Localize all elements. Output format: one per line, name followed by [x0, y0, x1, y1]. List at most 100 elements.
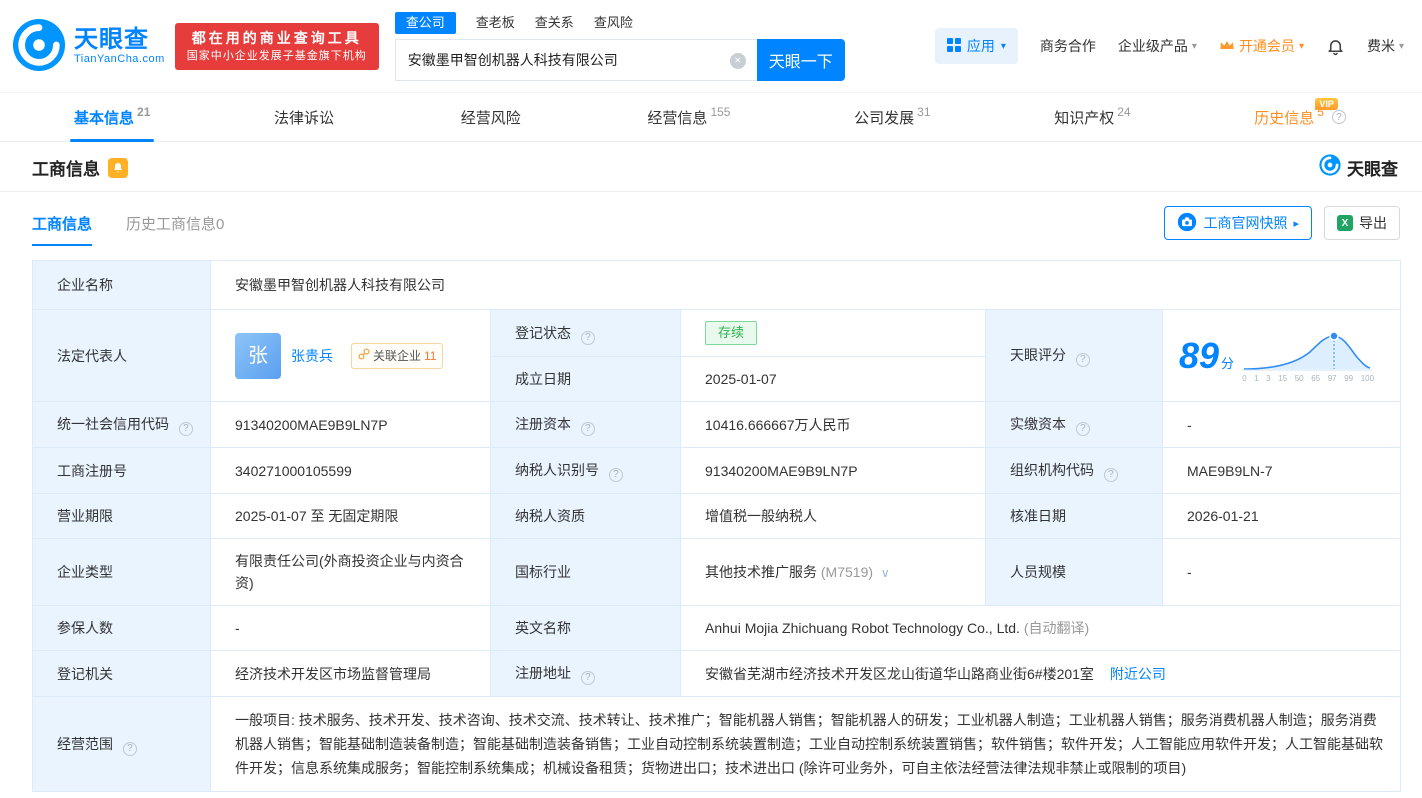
- help-icon[interactable]: [581, 422, 595, 436]
- export-button[interactable]: 导出: [1324, 206, 1400, 240]
- help-icon[interactable]: [179, 422, 193, 436]
- enterprise-products-menu[interactable]: 企业级产品: [1118, 36, 1197, 56]
- value-text: 安徽墨甲智创机器人科技有限公司: [235, 277, 445, 293]
- help-icon[interactable]: [1332, 110, 1346, 124]
- subtab-history-business-info[interactable]: 历史工商信息0: [126, 213, 224, 246]
- tab-intellectual-property[interactable]: 知识产权 24: [1050, 93, 1134, 141]
- legal-rep-avatar[interactable]: 张: [235, 333, 281, 379]
- label-text: 注册资本: [515, 416, 571, 432]
- score-curve: [1242, 329, 1372, 373]
- vip-badge: VIP: [1315, 98, 1338, 110]
- apps-label: 应用: [967, 36, 995, 56]
- search-button[interactable]: 天眼一下: [757, 39, 845, 81]
- legal-rep-cell: 张 张贵兵 关联企业 11: [211, 310, 491, 402]
- official-snapshot-button[interactable]: 工商官网快照: [1164, 206, 1312, 240]
- slogan-line2: 国家中小企业发展子基金旗下机构: [187, 49, 367, 64]
- chevron-down-icon[interactable]: [881, 566, 890, 580]
- value-text: 其他技术推广服务: [705, 564, 817, 580]
- help-icon[interactable]: [1076, 422, 1090, 436]
- label-text: 纳税人识别号: [515, 462, 599, 478]
- tab-basic-info[interactable]: 基本信息 21: [70, 93, 154, 141]
- reg-authority-value: 经济技术开发区市场监督管理局: [211, 651, 491, 697]
- top-header: 天眼查 TianYanCha.com 都在用的商业查询工具 国家中小企业发展子基…: [0, 0, 1422, 92]
- help-icon[interactable]: [581, 671, 595, 685]
- search-tab-company[interactable]: 查公司: [395, 12, 456, 34]
- export-button-label: 导出: [1359, 213, 1387, 233]
- axis-tick: 97: [1328, 374, 1337, 383]
- business-term-value: 2025-01-07 至 无固定期限: [211, 494, 491, 539]
- label-text: 营业期限: [57, 508, 113, 524]
- field-label-english-name: 英文名称: [491, 606, 681, 651]
- field-label-business-term: 营业期限: [33, 494, 211, 539]
- axis-tick: 99: [1344, 374, 1353, 383]
- link-icon: [358, 345, 370, 367]
- label-text: 核准日期: [1010, 508, 1066, 524]
- english-name-value: Anhui Mojia Zhichuang Robot Technology C…: [681, 606, 1401, 651]
- business-cooperation-link[interactable]: 商务合作: [1040, 36, 1096, 56]
- field-label-reg-authority: 登记机关: [33, 651, 211, 697]
- logo-title: 天眼查: [74, 27, 165, 53]
- help-icon[interactable]: [1104, 468, 1118, 482]
- open-vip-menu[interactable]: 开通会员: [1219, 36, 1304, 56]
- status-badge: 存续: [705, 321, 757, 345]
- notifications-bell-icon[interactable]: [1326, 37, 1345, 56]
- field-label-legal-rep: 法定代表人: [33, 310, 211, 402]
- nearby-companies-link[interactable]: 附近公司: [1110, 666, 1166, 682]
- tianyancha-logo[interactable]: 天眼查 TianYanCha.com: [12, 18, 165, 75]
- search-tabs: 查公司 查老板 查关系 查风险: [395, 12, 845, 34]
- value-text: 2025-01-07 至 无固定期限: [235, 508, 398, 524]
- excel-icon: [1337, 215, 1353, 231]
- top-menu: 应用 商务合作 企业级产品 开通会员 费米: [935, 28, 1404, 64]
- label-text: 企业名称: [57, 277, 113, 293]
- approval-date-value: 2026-01-21: [1163, 494, 1401, 539]
- subscribe-bell-icon[interactable]: [108, 158, 128, 178]
- help-icon[interactable]: [581, 331, 595, 345]
- table-row-insured-count: 参保人数 - 英文名称 Anhui Mojia Zhichuang Robot …: [33, 606, 1401, 651]
- help-icon[interactable]: [123, 742, 137, 756]
- help-icon[interactable]: [1076, 353, 1090, 367]
- tab-operation-info[interactable]: 经营信息 155: [643, 93, 734, 141]
- section-title: 工商信息: [32, 155, 100, 180]
- paid-capital-value: -: [1163, 402, 1401, 448]
- score-unit: 分: [1221, 353, 1234, 375]
- tab-operation-risk[interactable]: 经营风险: [457, 93, 528, 141]
- value-text: 91340200MAE9B9LN7P: [705, 463, 858, 479]
- label-text: 国标行业: [515, 564, 571, 580]
- tab-history-info[interactable]: 历史信息 5 VIP: [1250, 93, 1352, 141]
- search-input[interactable]: [396, 40, 757, 80]
- arrow-right-icon: [1293, 217, 1299, 230]
- search-tab-relation[interactable]: 查关系: [535, 13, 574, 33]
- establish-date-value: 2025-01-07: [681, 357, 986, 402]
- label-text: 登记机关: [57, 666, 113, 682]
- field-label-credit-code: 统一社会信用代码: [33, 402, 211, 448]
- clear-icon[interactable]: [730, 53, 746, 69]
- value-text: 有限责任公司(外商投资企业与内资合资): [235, 553, 464, 591]
- search-box: [395, 39, 757, 81]
- search-row: 天眼一下: [395, 39, 845, 81]
- search-tab-boss[interactable]: 查老板: [476, 13, 515, 33]
- tab-label: 历史信息: [1254, 107, 1314, 128]
- related-companies-tag[interactable]: 关联企业 11: [351, 343, 443, 369]
- tianyancha-company-page: 天眼查 TianYanCha.com 都在用的商业查询工具 国家中小企业发展子基…: [0, 0, 1422, 798]
- search-tab-risk[interactable]: 查风险: [594, 13, 633, 33]
- cooperation-label: 商务合作: [1040, 36, 1096, 56]
- label-text: 工商注册号: [57, 463, 127, 479]
- score-value[interactable]: 89 分: [1179, 336, 1234, 376]
- tab-count: 31: [917, 105, 930, 119]
- label-text: 纳税人资质: [515, 508, 585, 524]
- tab-company-development[interactable]: 公司发展 31: [850, 93, 934, 141]
- help-icon[interactable]: [609, 468, 623, 482]
- label-text: 统一社会信用代码: [57, 416, 169, 432]
- tab-legal-litigation[interactable]: 法律诉讼: [270, 93, 341, 141]
- value-text: MAE9B9LN-7: [1187, 463, 1273, 479]
- legal-rep-link[interactable]: 张贵兵: [291, 345, 333, 367]
- username-label: 费米: [1367, 36, 1395, 56]
- tab-count: 21: [137, 105, 150, 119]
- subtab-business-info[interactable]: 工商信息: [32, 213, 92, 246]
- user-menu[interactable]: 费米: [1367, 36, 1404, 56]
- brand-watermark: 天眼查: [1319, 154, 1398, 181]
- apps-menu[interactable]: 应用: [935, 28, 1018, 64]
- value-text: Anhui Mojia Zhichuang Robot Technology C…: [705, 620, 1020, 636]
- slogan-badge: 都在用的商业查询工具 国家中小企业发展子基金旗下机构: [175, 23, 379, 70]
- value-text: -: [1187, 417, 1192, 433]
